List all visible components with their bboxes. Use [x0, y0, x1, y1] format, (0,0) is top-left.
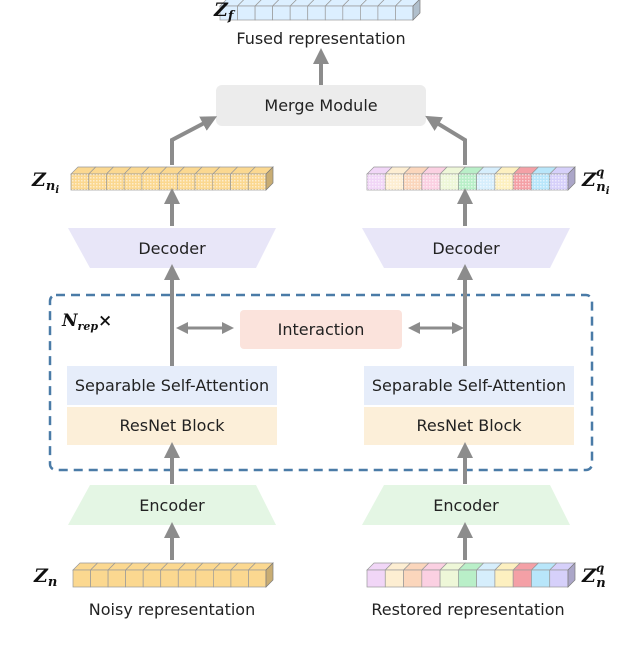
tensor-cell-texture — [440, 174, 459, 190]
left-decoder-label: Decoder — [138, 239, 206, 258]
tensor-cell — [476, 569, 496, 588]
tensor-cell-texture — [531, 174, 550, 190]
left-resnet-label: ResNet Block — [119, 416, 225, 435]
tensor-cell — [72, 569, 91, 588]
tensor-cell — [90, 569, 109, 588]
tensor-cell-texture — [88, 174, 107, 190]
tensor-cell-texture — [421, 174, 441, 190]
arrow-left-to-merge — [170, 116, 218, 165]
left-output-tensor — [70, 166, 274, 191]
tensor-cell — [494, 569, 514, 588]
restored-representation-label: Restored representation — [371, 600, 564, 619]
tensor-cell-texture — [159, 174, 178, 190]
tensor-cell — [272, 5, 291, 21]
tensor-cell — [324, 5, 344, 21]
noisy-input-tensor — [72, 562, 274, 588]
tensor-cell — [237, 5, 256, 21]
tensor-cell-texture — [494, 174, 514, 190]
fused-tensor — [219, 0, 421, 21]
tensor-cell-texture — [124, 174, 142, 190]
merge-module-label: Merge Module — [264, 96, 377, 115]
tensor-cell-texture — [549, 174, 568, 190]
tensor-cell — [531, 569, 551, 588]
tensor-cell — [195, 569, 214, 588]
tensor-cell — [160, 569, 179, 588]
tensor-cell-texture — [458, 174, 477, 190]
tensor-cell — [458, 569, 477, 588]
noisy-representation-label: Noisy representation — [89, 600, 255, 619]
tensor-cell — [384, 569, 404, 588]
tensor-cell — [549, 569, 569, 588]
tensor-cell-texture — [385, 174, 404, 190]
tensor-cell — [342, 5, 361, 21]
restored-input-symbol: Zq n — [581, 561, 606, 591]
tensor-cell-texture — [106, 174, 125, 190]
tensor-cell — [512, 569, 532, 588]
tensor-cell — [142, 569, 162, 588]
tensor-cell — [403, 569, 423, 588]
tensor-cell — [439, 569, 459, 588]
right-output-symbol: Zq ni — [581, 165, 610, 197]
tensor-cell-texture — [367, 174, 386, 190]
tensor-cell-texture — [476, 174, 495, 190]
tensor-cell — [230, 569, 249, 588]
tensor-cell — [177, 569, 197, 588]
right-output-tensor — [366, 166, 576, 191]
right-attention-label: Separable Self-Attention — [372, 376, 566, 395]
tensor-cell — [125, 569, 144, 588]
tensor-cell-texture — [195, 174, 213, 190]
interaction-label: Interaction — [278, 320, 365, 339]
noisy-input-symbol: Zn — [33, 565, 57, 590]
tensor-cell — [421, 569, 441, 588]
tensor-cell — [289, 5, 309, 21]
tensor-cell — [254, 5, 273, 21]
tensor-cell — [213, 569, 232, 588]
tensor-cell-texture — [212, 174, 231, 190]
tensor-cell — [395, 5, 414, 21]
left-encoder-label: Encoder — [139, 496, 205, 515]
arrow-right-to-merge — [425, 115, 467, 165]
tensor-cell — [377, 5, 396, 21]
tensor-cell-texture — [71, 174, 89, 190]
right-decoder-label: Decoder — [432, 239, 500, 258]
tensor-cell-texture — [141, 174, 160, 190]
tensor-cell-texture — [403, 174, 422, 190]
left-attention-label: Separable Self-Attention — [75, 376, 269, 395]
left-output-symbol: Zni — [31, 169, 59, 196]
architecture-diagram: Zf Fused representation Merge Module Zni… — [31, 0, 610, 619]
right-encoder-label: Encoder — [433, 496, 499, 515]
fused-representation-label: Fused representation — [236, 29, 405, 48]
tensor-cell-texture — [513, 174, 532, 190]
right-resnet-label: ResNet Block — [416, 416, 522, 435]
tensor-cell — [366, 569, 386, 588]
tensor-cell — [360, 5, 379, 21]
restored-input-tensor — [366, 562, 576, 588]
tensor-cell — [248, 569, 267, 588]
tensor-cell-texture — [230, 174, 249, 190]
tensor-cell — [307, 5, 326, 21]
tensor-cell-texture — [177, 174, 196, 190]
tensor-cell-texture — [248, 174, 266, 190]
tensor-cell — [107, 569, 126, 588]
repeat-count-label: Nrep× — [61, 311, 112, 333]
